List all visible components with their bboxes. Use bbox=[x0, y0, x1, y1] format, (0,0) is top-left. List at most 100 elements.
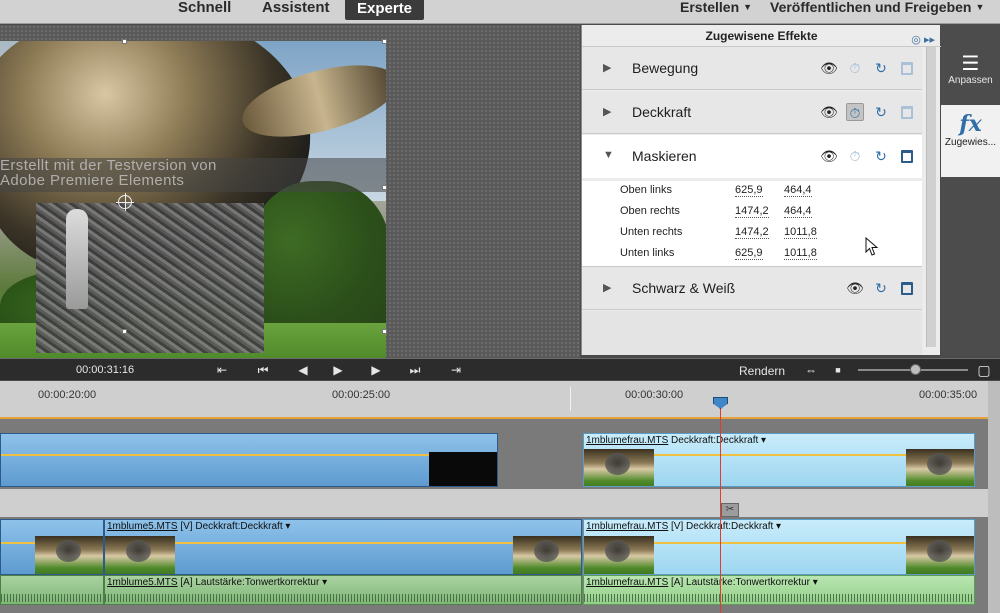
erstellen-menu-label: Erstellen bbox=[680, 0, 740, 15]
mode-schnell-tab[interactable]: Schnell bbox=[178, 0, 231, 20]
fx-icon: fx bbox=[959, 111, 982, 137]
param-x-value[interactable]: 625,9 bbox=[735, 184, 763, 197]
clip-file-name: 1mblume5.MTS bbox=[107, 521, 178, 532]
clip-blumefrau-track2[interactable]: 1mblumefrau.MTS Deckkraft:Deckkraft ▾ bbox=[583, 433, 975, 487]
resize-handle-top-right[interactable] bbox=[382, 39, 387, 44]
expand-triangle-icon[interactable]: ▶ bbox=[603, 105, 611, 118]
param-label: Unten links bbox=[620, 247, 675, 259]
clip-blumefrau-video[interactable]: 1mblumefrau.MTS [V] Deckkraft:Deckkraft … bbox=[583, 519, 975, 575]
clip-title: 1mblumefrau.MTS Deckkraft:Deckkraft ▾ bbox=[586, 435, 767, 446]
clip-left-track2[interactable] bbox=[0, 433, 498, 487]
mode-experte-tab[interactable]: Experte bbox=[345, 0, 425, 20]
effect-name: Schwarz & Weiß bbox=[632, 280, 736, 296]
clip-start-audio[interactable] bbox=[0, 575, 104, 605]
render-button[interactable]: Rendern bbox=[739, 364, 785, 378]
param-x-value[interactable]: 1474,2 bbox=[735, 205, 769, 218]
eye-icon[interactable]: 👁 bbox=[820, 59, 838, 77]
playhead-line[interactable] bbox=[720, 397, 721, 613]
applied-effects-button[interactable]: fx Zugewies... bbox=[941, 105, 1000, 177]
empty-track bbox=[0, 489, 988, 517]
audio-waveform bbox=[584, 594, 974, 602]
ruler-label: 00:00:35:00 bbox=[919, 389, 978, 401]
video-track-2: 1mblumefrau.MTS Deckkraft:Deckkraft ▾ bbox=[0, 431, 988, 489]
stopwatch-icon[interactable]: ⏱ bbox=[846, 59, 864, 77]
marker-line bbox=[570, 387, 571, 411]
goto-in-point-icon[interactable]: ⇤ bbox=[214, 362, 230, 378]
reset-icon[interactable]: ↻ bbox=[872, 59, 890, 77]
top-menu-bar: Schnell Assistent Experte Erstellen ▼ Ver… bbox=[0, 0, 1000, 24]
reset-icon[interactable]: ↻ bbox=[872, 279, 890, 297]
resize-handle-bottom[interactable] bbox=[122, 329, 127, 334]
ruler-label: 00:00:20:00 bbox=[38, 389, 97, 401]
eye-icon[interactable]: 👁 bbox=[846, 279, 864, 297]
ruler-label: 00:00:30:00 bbox=[625, 389, 684, 401]
effect-row-schwarz-weiss[interactable]: ▶ Schwarz & Weiß 👁 ↻ bbox=[582, 267, 922, 310]
panel-scrollbar[interactable] bbox=[926, 47, 936, 347]
reset-icon[interactable]: ↻ bbox=[872, 147, 890, 165]
collapse-triangle-icon[interactable]: ▼ bbox=[603, 149, 614, 161]
trash-icon[interactable] bbox=[898, 103, 916, 121]
clip-blume5-audio[interactable]: 1mblume5.MTS [A] Lautstärke:Tonwertkorre… bbox=[104, 575, 582, 605]
watermark-line-1: Erstellt mit der Testversion von bbox=[0, 157, 217, 174]
right-toolbar: ☰ Anpassen fx Zugewies... bbox=[941, 25, 1000, 355]
skip-back-icon[interactable]: ⏮ bbox=[255, 362, 271, 378]
trash-icon[interactable] bbox=[898, 59, 916, 77]
resize-handle-bottom-right[interactable] bbox=[382, 329, 387, 334]
expand-triangle-icon[interactable]: ▶ bbox=[603, 281, 611, 294]
timeline-scrollbar[interactable] bbox=[988, 381, 1000, 613]
adjust-button[interactable]: ☰ Anpassen bbox=[941, 47, 1000, 99]
audio-track-1: 1mblume5.MTS [A] Lautstärke:Tonwertkorre… bbox=[0, 575, 988, 613]
stopwatch-icon[interactable]: ⏱ bbox=[846, 103, 864, 121]
clip-blumefrau-audio[interactable]: 1mblumefrau.MTS [A] Lautstärke:Tonwertko… bbox=[583, 575, 975, 605]
step-forward-icon[interactable]: ▶ bbox=[368, 362, 384, 378]
reset-icon[interactable]: ↻ bbox=[872, 103, 890, 121]
stopwatch-icon[interactable]: ⏱ bbox=[846, 147, 864, 165]
step-back-icon[interactable]: ◀ bbox=[295, 362, 311, 378]
clip-thumbnail bbox=[584, 449, 654, 486]
goto-out-point-icon[interactable]: ⇥ bbox=[448, 362, 464, 378]
video-frame[interactable]: Erstellt mit der Testversion von Adobe P… bbox=[0, 41, 386, 359]
effect-name: Deckkraft bbox=[632, 104, 692, 120]
opacity-line[interactable] bbox=[105, 542, 581, 544]
trash-icon[interactable] bbox=[898, 279, 916, 297]
opacity-line[interactable] bbox=[1, 454, 497, 456]
clip-effect-label: [A] Lautstärke:Tonwertkorrektur bbox=[671, 577, 810, 588]
watermark-line-2: Adobe Premiere Elements bbox=[0, 172, 185, 189]
param-x-value[interactable]: 625,9 bbox=[735, 247, 763, 260]
param-y-value[interactable]: 1011,8 bbox=[784, 226, 817, 239]
erstellen-menu[interactable]: Erstellen ▼ bbox=[680, 0, 752, 15]
timecode[interactable]: 00:00:31:16 bbox=[76, 364, 134, 376]
anchor-crosshair-icon[interactable] bbox=[116, 193, 134, 211]
zoom-out-icon[interactable]: ■ bbox=[830, 362, 846, 378]
param-y-value[interactable]: 1011,8 bbox=[784, 247, 817, 260]
expand-triangle-icon[interactable]: ▶ bbox=[603, 61, 611, 74]
play-icon[interactable]: ▶ bbox=[330, 362, 346, 378]
param-y-value[interactable]: 464,4 bbox=[784, 184, 812, 197]
clip-thumbnail bbox=[35, 536, 103, 574]
sliders-icon: ☰ bbox=[961, 51, 980, 75]
eye-icon[interactable]: 👁 bbox=[820, 147, 838, 165]
mask-parameters: Oben links 625,9 464,4 Oben rechts 1474,… bbox=[582, 181, 922, 267]
app-window: Schnell Assistent Experte Erstellen ▼ Ver… bbox=[0, 0, 1000, 613]
resize-handle-top[interactable] bbox=[122, 39, 127, 44]
clip-blume5-video[interactable]: 1mblume5.MTS [V] Deckkraft:Deckkraft ▾ bbox=[104, 519, 582, 575]
param-x-value[interactable]: 1474,2 bbox=[735, 226, 769, 239]
effect-row-deckkraft[interactable]: ▶ Deckkraft 👁 ⏱ ↻ bbox=[582, 91, 922, 134]
clip-title: 1mblumefrau.MTS [A] Lautstärke:Tonwertko… bbox=[586, 577, 818, 588]
eye-icon[interactable]: 👁 bbox=[820, 103, 838, 121]
clip-start-track1[interactable] bbox=[0, 519, 104, 575]
skip-forward-icon[interactable]: ⏭ bbox=[407, 362, 423, 378]
param-y-value[interactable]: 464,4 bbox=[784, 205, 812, 218]
effect-row-maskieren[interactable]: ▼ Maskieren 👁 ⏱ ↻ bbox=[582, 135, 922, 178]
effect-row-bewegung[interactable]: ▶ Bewegung 👁 ⏱ ↻ bbox=[582, 47, 922, 90]
ruler-label: 00:00:25:00 bbox=[332, 389, 391, 401]
trash-icon[interactable] bbox=[898, 147, 916, 165]
resize-handle-right[interactable] bbox=[382, 185, 387, 190]
scissors-icon[interactable]: ✂ bbox=[721, 503, 739, 517]
zoom-in-icon[interactable]: ▢ bbox=[976, 362, 992, 378]
zoom-slider-knob[interactable] bbox=[910, 364, 921, 375]
time-ruler[interactable]: 00:00:20:00 00:00:25:00 00:00:30:00 00:0… bbox=[0, 381, 988, 419]
fit-timeline-icon[interactable]: ⇔ bbox=[803, 362, 819, 378]
publish-share-menu[interactable]: Veröffentlichen und Freigeben ▼ bbox=[770, 0, 984, 15]
mode-assistent-tab[interactable]: Assistent bbox=[262, 0, 330, 20]
